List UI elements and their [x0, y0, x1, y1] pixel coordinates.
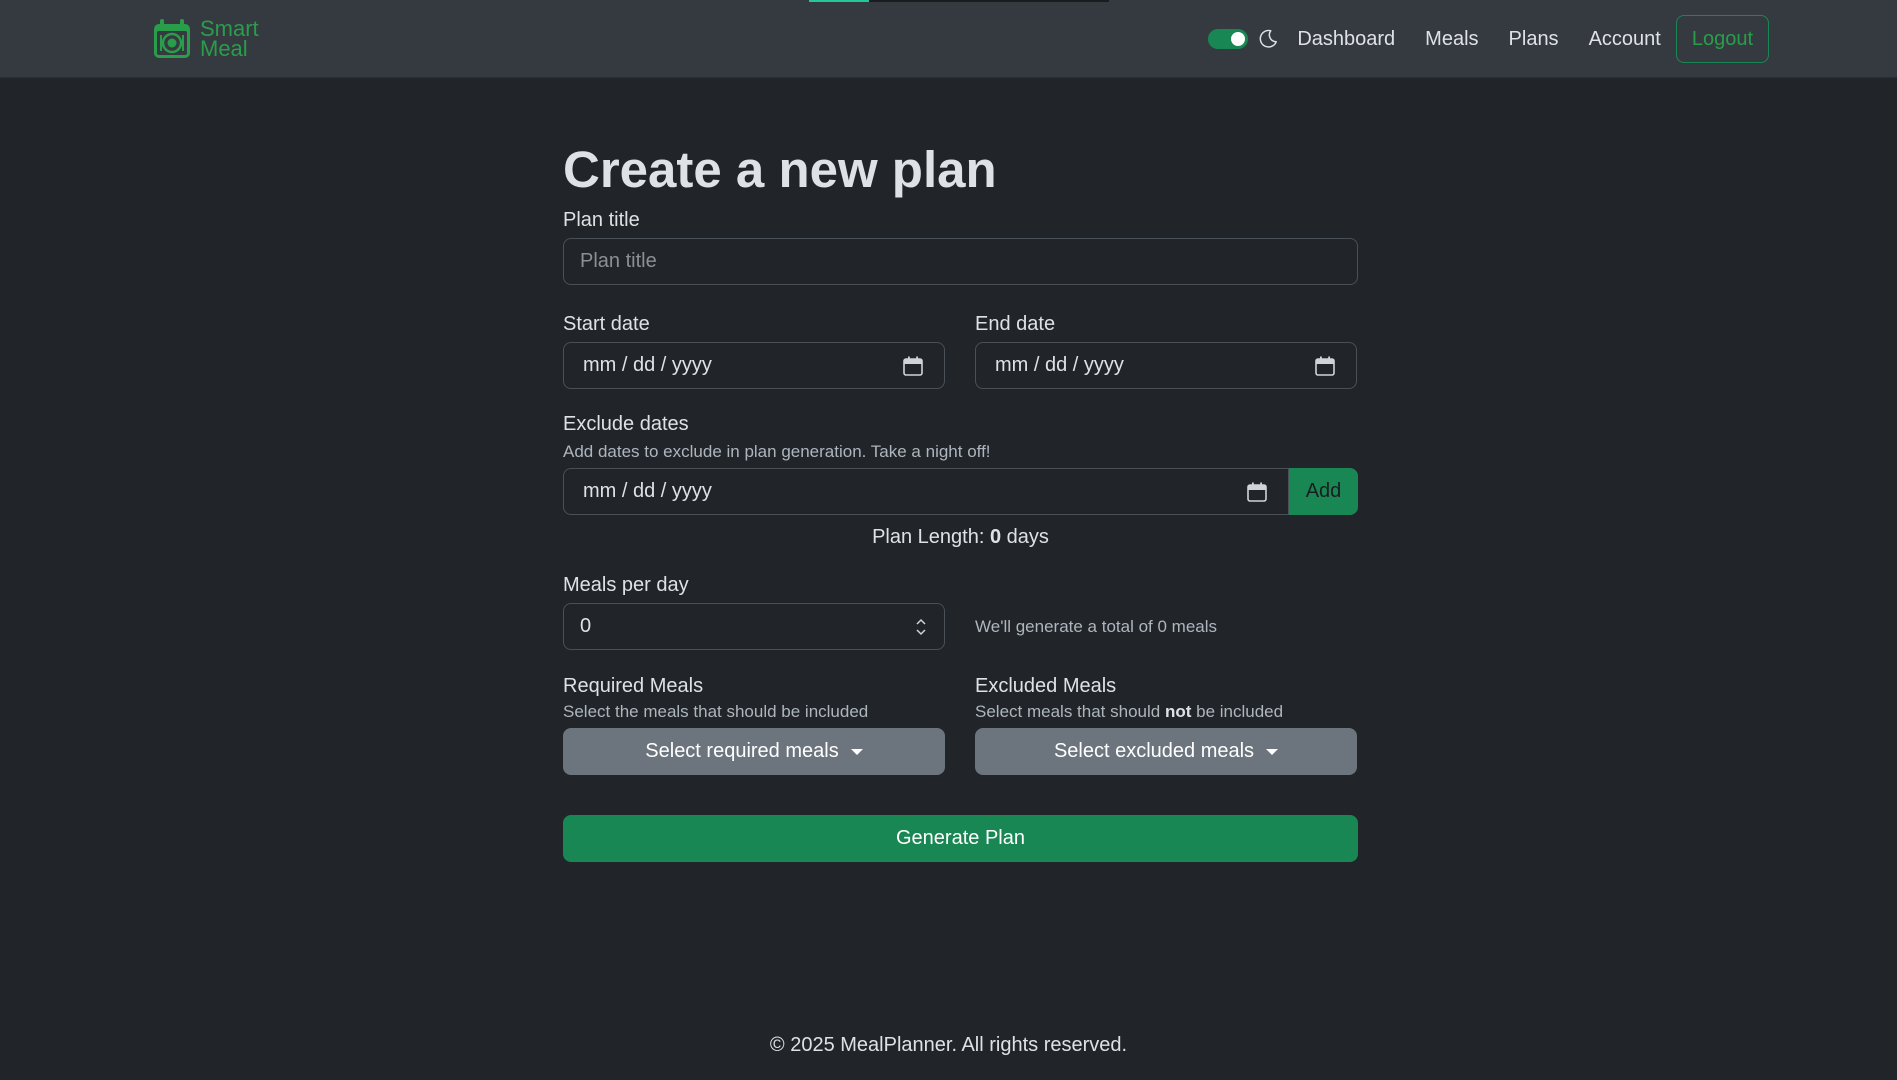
plan-title-label: Plan title	[563, 209, 640, 231]
navbar: Smart Meal Dashboard Meals Plans Account…	[0, 0, 1897, 78]
moon-icon	[1259, 29, 1278, 48]
required-meals-label: Required Meals	[563, 675, 704, 697]
required-meals-group: Required Meals Select the meals that sho…	[563, 674, 945, 775]
theme-toggle[interactable]	[1208, 29, 1249, 49]
meal-plate-logo-icon	[154, 19, 190, 58]
create-plan-form: Create a new plan Plan title Start date …	[563, 138, 1358, 862]
excluded-meals-help-prefix: Select meals that should	[975, 702, 1165, 721]
exclude-date-input[interactable]: mm / dd / yyyy	[563, 468, 1289, 515]
calendar-icon[interactable]	[1314, 355, 1336, 377]
meals-per-day-stepper[interactable]: 0	[563, 603, 945, 650]
excluded-meals-help: Select meals that should not be included	[975, 702, 1357, 722]
meals-per-day-row: 0 We'll generate a total of 0 meals	[563, 603, 1358, 650]
start-date-input[interactable]: mm / dd / yyyy	[563, 342, 945, 389]
plan-title-field	[563, 238, 1358, 285]
brand-name: Smart Meal	[200, 18, 259, 61]
date-range-row: Start date mm / dd / yyyy End date mm / …	[563, 312, 1358, 389]
caret-down-icon	[850, 748, 863, 755]
excluded-meals-label: Excluded Meals	[975, 675, 1117, 697]
exclude-dates-help: Add dates to exclude in plan generation.…	[563, 442, 991, 461]
meal-selection-row: Required Meals Select the meals that sho…	[563, 674, 1358, 775]
caret-down-icon	[1266, 748, 1279, 755]
plan-title-input[interactable]	[580, 250, 1341, 273]
required-meals-help: Select the meals that should be included	[563, 702, 869, 721]
footer-copyright: © 2025 MealPlanner. All rights reserved.	[769, 1034, 1128, 1056]
nav-link-plans[interactable]: Plans	[1509, 28, 1559, 51]
generate-plan-button[interactable]: Generate Plan	[563, 815, 1358, 862]
stepper-arrows-icon[interactable]	[914, 616, 928, 638]
plan-length-value: 0	[989, 526, 1002, 548]
select-required-meals-dropdown[interactable]: Select required meals	[563, 728, 945, 775]
plan-length-suffix: days	[1001, 526, 1049, 548]
nav-link-dashboard[interactable]: Dashboard	[1297, 28, 1395, 51]
start-date-placeholder: mm / dd / yyyy	[583, 354, 712, 376]
nav-link-account[interactable]: Account	[1589, 28, 1661, 51]
nav-menu: Dashboard Meals Plans Account Logout	[1208, 15, 1769, 63]
brand-link[interactable]: Smart Meal	[152, 16, 259, 62]
nav-link-meals[interactable]: Meals	[1425, 28, 1478, 51]
plan-length-prefix: Plan Length:	[872, 526, 990, 548]
excluded-meals-help-bold: not	[1164, 702, 1192, 721]
page-load-progress	[809, 0, 1109, 2]
end-date-placeholder: mm / dd / yyyy	[995, 354, 1124, 376]
select-excluded-meals-dropdown[interactable]: Select excluded meals	[975, 728, 1357, 775]
end-date-group: End date mm / dd / yyyy	[975, 312, 1357, 389]
brand-line-2: Meal	[200, 36, 248, 61]
end-date-label: End date	[975, 313, 1056, 335]
exclude-date-placeholder: mm / dd / yyyy	[583, 480, 712, 502]
start-date-label: Start date	[563, 313, 650, 335]
meals-per-day-value: 0	[580, 615, 592, 637]
page-title: Create a new plan	[563, 141, 997, 198]
exclude-dates-group: Exclude dates Add dates to exclude in pl…	[563, 412, 1358, 549]
calendar-icon[interactable]	[902, 355, 924, 377]
exclude-dates-input-group: mm / dd / yyyy Add	[563, 468, 1358, 515]
calendar-icon[interactable]	[1246, 481, 1268, 503]
meals-per-day-label: Meals per day	[563, 574, 689, 596]
add-exclude-date-button[interactable]: Add	[1289, 468, 1358, 515]
start-date-group: Start date mm / dd / yyyy	[563, 312, 945, 389]
end-date-input[interactable]: mm / dd / yyyy	[975, 342, 1357, 389]
exclude-dates-label: Exclude dates	[563, 413, 689, 435]
select-excluded-meals-label: Select excluded meals	[1053, 740, 1255, 762]
plan-length: Plan Length: 0 days	[563, 526, 1358, 549]
total-meals-text: We'll generate a total of 0 meals	[975, 616, 1218, 636]
select-required-meals-label: Select required meals	[645, 740, 839, 762]
excluded-meals-group: Excluded Meals Select meals that should …	[975, 674, 1357, 775]
toggle-knob	[1231, 32, 1246, 46]
logout-button[interactable]: Logout	[1675, 15, 1769, 63]
excluded-meals-help-suffix: be included	[1191, 702, 1284, 721]
meals-per-day-group: Meals per day 0 We'll generate a total o…	[563, 573, 1358, 650]
